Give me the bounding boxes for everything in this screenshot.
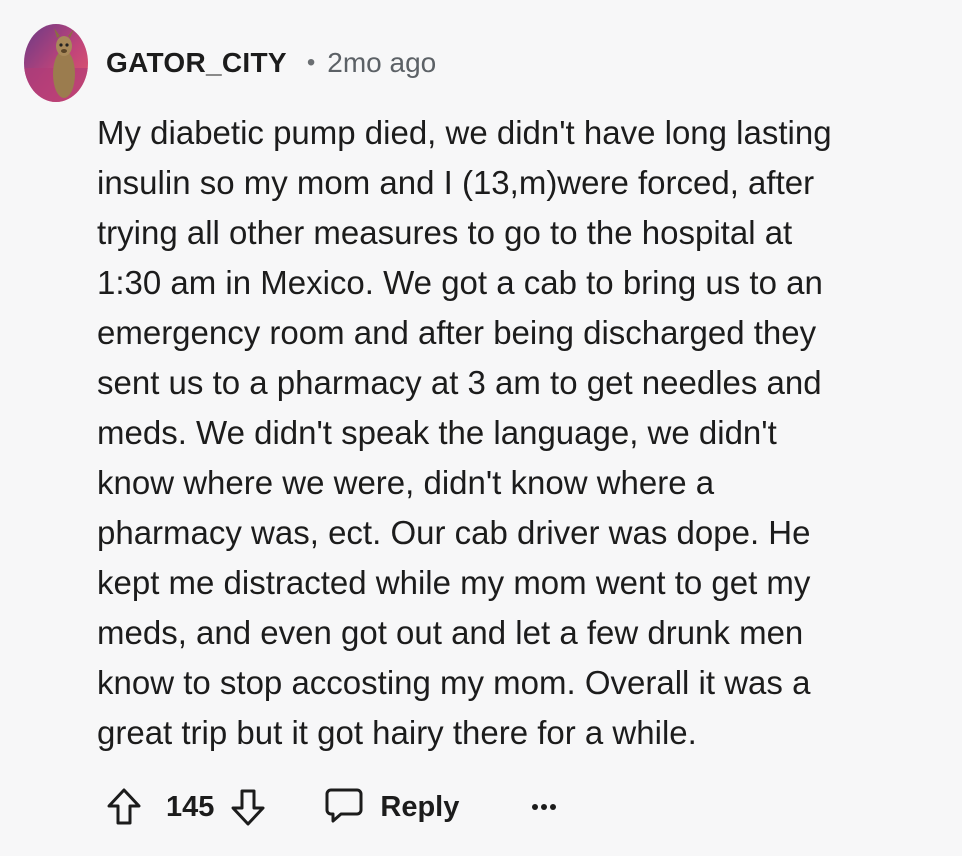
timestamp: 2mo ago (327, 47, 437, 78)
username[interactable]: GATOR_CITY (106, 47, 287, 79)
meta-separator: • (306, 49, 316, 76)
more-options-button[interactable] (531, 785, 557, 829)
avatar[interactable] (24, 24, 88, 102)
reply-label: Reply (380, 790, 460, 823)
comment: GATOR_CITY • 2mo ago My diabetic pump di… (0, 0, 962, 856)
comment-actions: 145 Reply (104, 780, 557, 834)
reply-button[interactable]: Reply (324, 785, 459, 830)
more-dots-icon (531, 798, 557, 816)
vote-score: 145 (166, 790, 215, 823)
comment-header: GATOR_CITY • 2mo ago (24, 24, 436, 102)
arrow-up-icon[interactable] (104, 785, 144, 829)
arrow-down-icon[interactable] (228, 785, 268, 829)
comment-body: My diabetic pump died, we didn't have lo… (97, 114, 832, 751)
speech-bubble-icon (324, 785, 364, 830)
